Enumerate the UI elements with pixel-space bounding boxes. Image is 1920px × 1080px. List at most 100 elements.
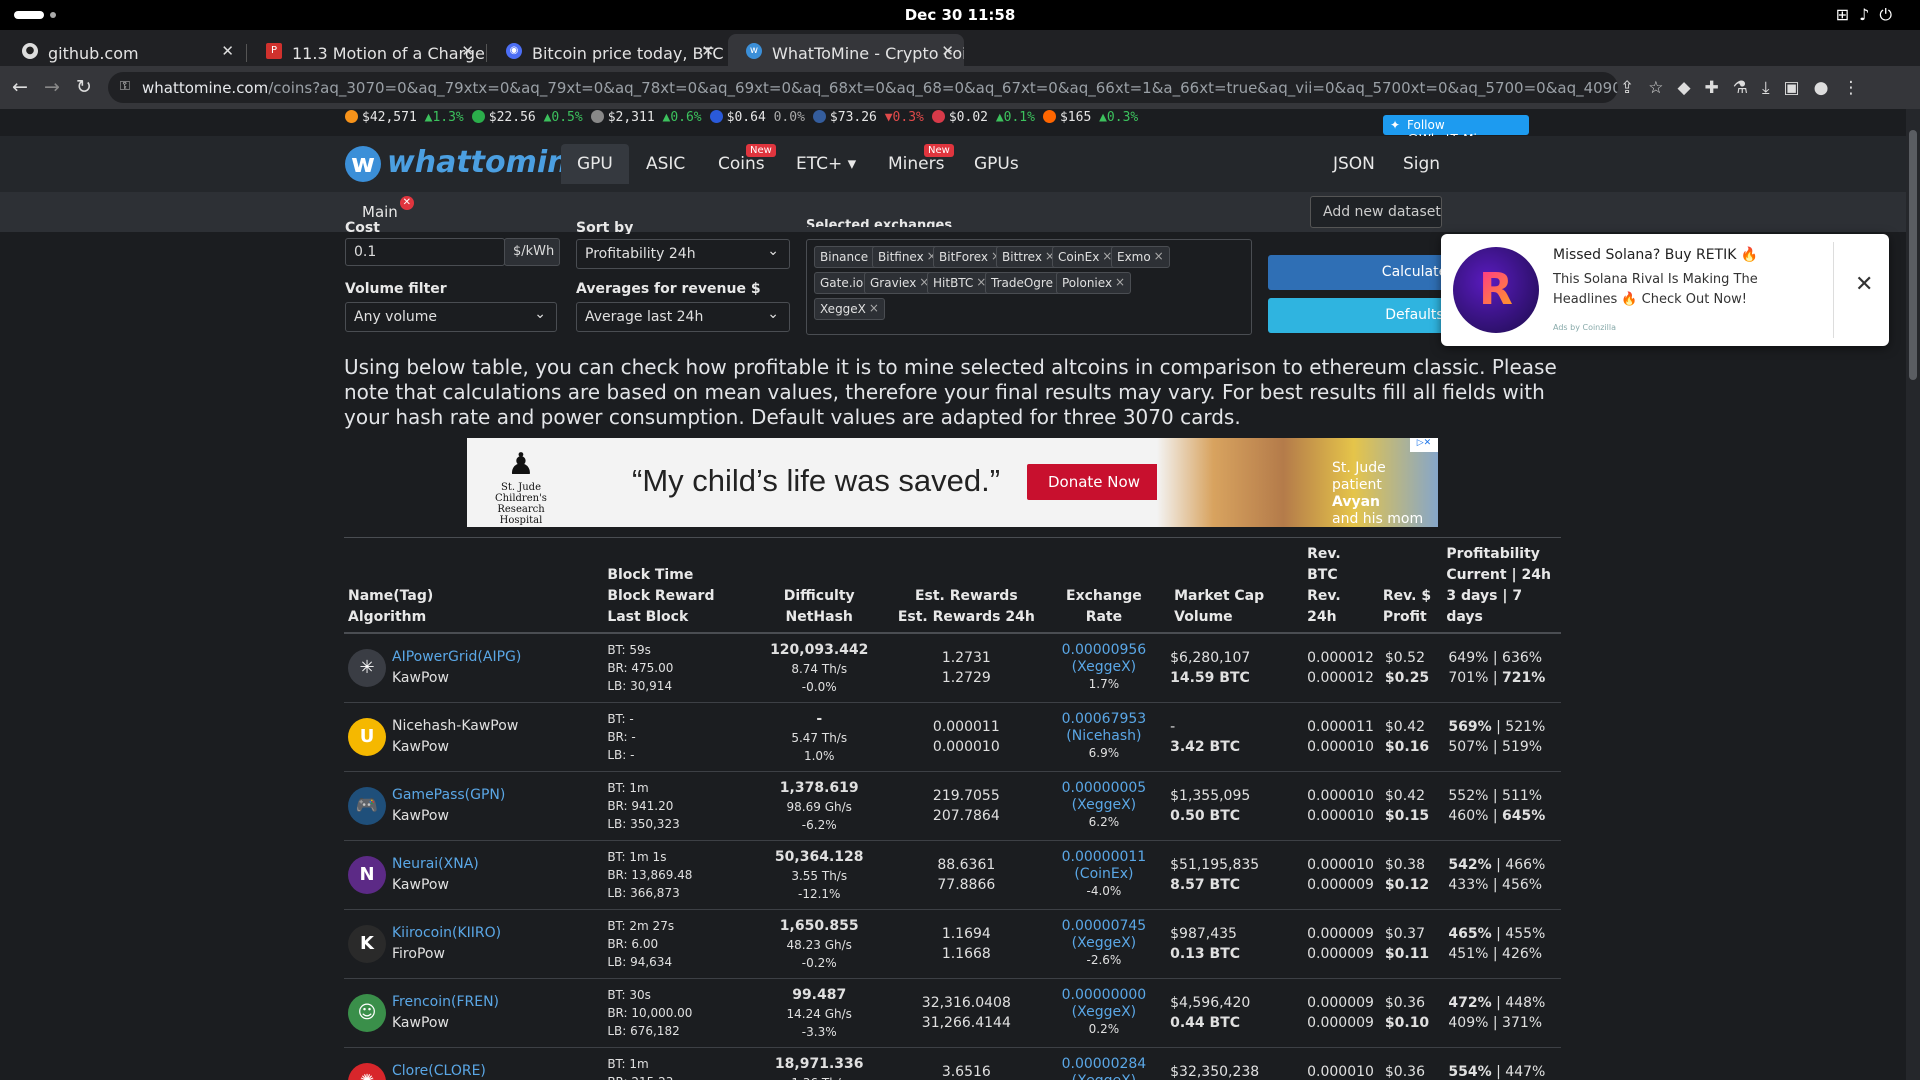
coin-name-link[interactable]: AIPowerGrid(AIPG): [392, 649, 521, 665]
nav-sign-in[interactable]: Sign: [1403, 154, 1440, 174]
follow-twitter-button[interactable]: Follow @WhatToMine: [1383, 115, 1529, 146]
sort-select[interactable]: Profitability 24h ⌄: [576, 239, 790, 269]
browser-tab-bar: ● github.com ✕ P 11.3 Motion of a Charge…: [0, 30, 1920, 91]
remove-exchange-icon[interactable]: ×: [1115, 275, 1125, 289]
col-rev-btc[interactable]: Rev. BTC Rev. 24h: [1289, 537, 1379, 634]
donate-now-button[interactable]: Donate Now: [1027, 464, 1161, 500]
rev-btc-cell: 0.0000100.000009: [1289, 840, 1379, 910]
popup-body[interactable]: This Solana Rival Is Making The Headline…: [1553, 270, 1823, 310]
reload-icon[interactable]: ↻: [76, 76, 92, 98]
exchange-tag[interactable]: XeggeX ×: [814, 298, 885, 320]
adchoices-icon[interactable]: ▷✕: [1410, 438, 1438, 452]
site-info-icon[interactable]: ⚿: [120, 79, 130, 94]
coin-name-link[interactable]: GamePass(GPN): [392, 787, 505, 803]
retik-popup-ad[interactable]: R Missed Solana? Buy RETIK 🔥 This Solana…: [1441, 234, 1889, 346]
st-jude-logo: ♟ St. Jude Children's Research Hospital: [495, 447, 547, 527]
exchange-tag[interactable]: HitBTC ×: [927, 272, 993, 294]
col-profitability[interactable]: Profitability Current | 24h 3 days | 7 day…: [1442, 537, 1561, 634]
exchange-tag[interactable]: Exmo ×: [1111, 246, 1170, 268]
exchange-tag[interactable]: CoinEx ×: [1052, 246, 1119, 268]
st-jude-ad-banner[interactable]: ♟ St. Jude Children's Research Hospital “…: [467, 438, 1438, 527]
extension-icons[interactable]: ⇪☆◆✚⚗⤓▣●⋮: [1620, 78, 1873, 98]
nav-asic[interactable]: ASIC: [646, 154, 685, 174]
table-row[interactable]: N Neurai(XNA) KawPow BT: 1m 1s BR: 13,869.48…: [344, 840, 1561, 910]
coin-name-link[interactable]: Neurai(XNA): [392, 856, 479, 872]
market-cap-cell: $51,195,835 8.57 BTC: [1162, 840, 1290, 910]
col-block[interactable]: Block Time Block Reward Last Block: [603, 537, 752, 634]
nav-json[interactable]: JSON: [1333, 154, 1375, 174]
close-tab-icon[interactable]: ✕: [941, 42, 954, 60]
cost-input[interactable]: 0.1: [345, 238, 505, 266]
close-tab-icon[interactable]: ✕: [221, 42, 234, 60]
table-row[interactable]: ☺ Frencoin(FREN) KawPow BT: 30s BR: 10,000.0…: [344, 978, 1561, 1048]
coin-name-link[interactable]: Frencoin(FREN): [392, 994, 499, 1010]
dataset-tab-label: Main: [362, 203, 398, 221]
col-exchange-rate[interactable]: Exchange Rate: [1045, 537, 1163, 634]
rev-btc-cell: 0.000009 0.000009: [1289, 978, 1379, 1048]
table-row[interactable]: ✳ AIPowerGrid(AIPG) KawPow BT: 59s BR: 475.0…: [344, 633, 1561, 703]
table-row[interactable]: U Nicehash-KawPow KawPow BT: - BR: - LB: - -5.…: [344, 702, 1561, 772]
exchange-tag[interactable]: Poloniex ×: [1056, 272, 1132, 294]
nav-miners[interactable]: Miners New: [888, 144, 954, 174]
exchange-rate-cell[interactable]: 0.00000011 (CoinEx) -4.0%: [1045, 840, 1163, 910]
col-name[interactable]: Name(Tag) Algorithm: [344, 537, 604, 634]
col-rewards[interactable]: Est. Rewards Est. Rewards 24h: [886, 537, 1046, 634]
system-clock[interactable]: Dec 30 11:58: [0, 6, 1920, 24]
coin-name-cell: N Neurai(XNA) KawPow: [344, 840, 604, 910]
nicehash-icon: U: [348, 717, 386, 756]
coin-name-link[interactable]: Nicehash-KawPow: [392, 718, 518, 734]
retik-logo-icon: R: [1453, 247, 1539, 333]
coin-name-link[interactable]: Clore(CLORE): [392, 1063, 486, 1079]
block-info-cell: BT: 1m 1s BR: 13,869.48 LB: 366,873: [603, 840, 752, 910]
popup-title[interactable]: Missed Solana? Buy RETIK 🔥: [1553, 247, 1758, 263]
tab-whattomine[interactable]: w WhatToMine - Crypto coi ✕: [728, 34, 964, 66]
table-row[interactable]: 🎮 GamePass(GPN) KawPow BT: 1m BR: 941.20 LB: …: [344, 771, 1561, 841]
remove-dataset-icon[interactable]: ✕: [399, 196, 414, 210]
close-popup-icon[interactable]: ✕: [1855, 272, 1873, 297]
exchanges-multiselect[interactable]: Binance×Bitfinex×BitForex×Bittrex×CoinEx…: [806, 239, 1252, 335]
col-rev-usd[interactable]: Rev. $ Profit: [1378, 537, 1443, 634]
ticker-item: $0.64 0.0%: [709, 110, 805, 125]
address-bar[interactable]: ⚿ whattomine.com/coins?aq_3070=0&aq_79xt…: [108, 72, 1618, 103]
nav-gpu[interactable]: GPU: [561, 144, 629, 184]
close-tab-icon[interactable]: ✕: [461, 42, 474, 60]
averages-select[interactable]: Average last 24h ⌄: [576, 302, 790, 332]
exchange-rate-cell[interactable]: 0.00067953 (Nicehash) 6.9%: [1045, 702, 1163, 772]
popup-divider: [1833, 242, 1834, 338]
rev-usd-cell: $0.42 $0.15: [1378, 771, 1443, 841]
tab-github[interactable]: ● github.com ✕: [4, 34, 244, 66]
col-market-cap[interactable]: Market Cap Volume: [1162, 537, 1290, 634]
whattomine-icon: w: [746, 43, 762, 59]
table-row[interactable]: ✺Clore(CLORE)KawPowBT: 1mBR: 215.23LB: 5…: [344, 1047, 1561, 1080]
difficulty-cell: 120,093.442 8.74 Th/s -0.0%: [751, 633, 887, 703]
scrollbar-thumb[interactable]: [1909, 130, 1917, 380]
volume-select[interactable]: Any volume ⌄: [345, 302, 557, 332]
ticker-item: $42,571 ▲1.3%: [345, 110, 464, 125]
ticker-item: $0.02 ▲0.1%: [931, 110, 1035, 125]
back-arrow-icon[interactable]: ←: [12, 76, 28, 98]
rewards-cell: 1.1694 1.1668: [886, 909, 1046, 979]
table-row[interactable]: K Kiirocoin(KIIRO) FiroPow BT: 2m 27s BR: 6.…: [344, 909, 1561, 979]
remove-exchange-icon[interactable]: ×: [869, 301, 879, 315]
exchange-rate-cell[interactable]: 0.00000745 (XeggeX) -2.6%: [1045, 909, 1163, 979]
close-tab-icon[interactable]: ✕: [701, 42, 714, 60]
system-tray-icons[interactable]: ⊞♪⏻: [1836, 5, 1902, 25]
nav-etc-plus[interactable]: ETC+ ▾: [796, 154, 856, 174]
rev-usd-cell: $0.42 $0.16: [1378, 702, 1443, 772]
exchange-rate-cell[interactable]: 0.00000000 (XeggeX) 0.2%: [1045, 978, 1163, 1048]
add-dataset-input[interactable]: Add new dataset: [1310, 196, 1442, 228]
tab-motion-of-charged[interactable]: P 11.3 Motion of a Charged ✕: [248, 34, 484, 66]
nav-gpus[interactable]: GPUs: [974, 154, 1019, 174]
difficulty-cell: 1,650.855 48.23 Gh/s -0.2%: [751, 909, 887, 979]
forward-arrow-icon[interactable]: →: [44, 76, 60, 98]
col-difficulty[interactable]: Difficulty NetHash: [751, 537, 887, 634]
tab-bitcoin-price[interactable]: ◉ Bitcoin price today, BTC t ✕: [488, 34, 724, 66]
whattomine-logo[interactable]: w whattomine: [345, 145, 589, 183]
remove-exchange-icon[interactable]: ×: [1154, 249, 1164, 263]
exchange-tag[interactable]: Graviex ×: [864, 272, 936, 294]
coin-name-link[interactable]: Kiirocoin(KIIRO): [392, 925, 501, 941]
exchange-rate-cell[interactable]: 0.00000284(XeggeX)9.8%: [1045, 1047, 1163, 1080]
exchange-rate-cell[interactable]: 0.00000005 (XeggeX) 6.2%: [1045, 771, 1163, 841]
nav-coins[interactable]: Coins New: [718, 144, 776, 174]
exchange-rate-cell[interactable]: 0.00000956 (XeggeX) 1.7%: [1045, 633, 1163, 703]
